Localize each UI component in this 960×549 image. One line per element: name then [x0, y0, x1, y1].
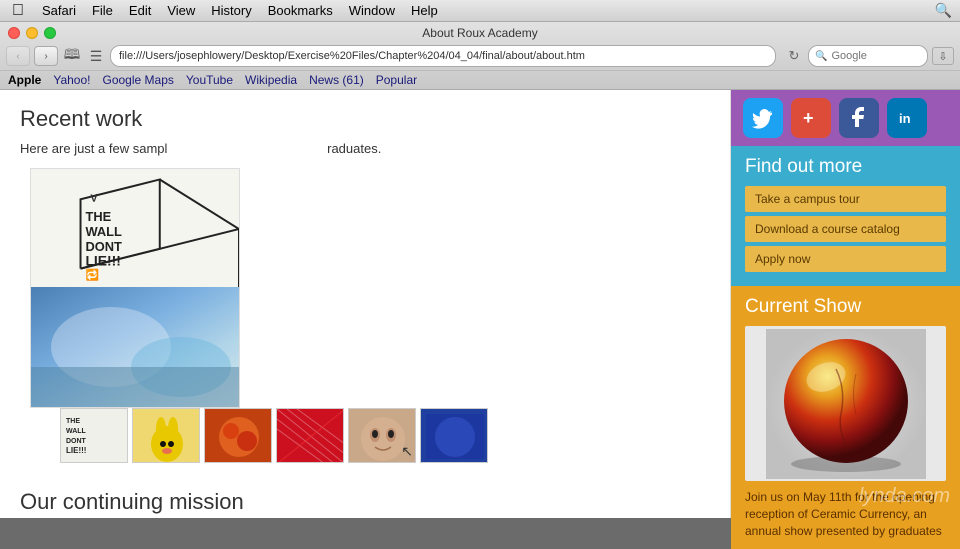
back-button[interactable]: ‹ — [6, 46, 30, 66]
svg-text:+: + — [803, 108, 814, 128]
svg-text:V: V — [90, 192, 98, 205]
thumb-pattern-img — [277, 409, 344, 463]
cube-bottom — [31, 288, 239, 407]
apple-menu[interactable]:  — [8, 2, 34, 20]
minimize-button[interactable] — [26, 27, 38, 39]
mission-section: Our continuing mission At Roux, our miss… — [0, 489, 730, 518]
page-area: Recent work Here are just a few samplles… — [0, 90, 730, 518]
bookmark-icon[interactable]: 🕮 — [62, 46, 82, 66]
thumb-face[interactable]: ↖ — [348, 408, 416, 463]
menu-safari[interactable]: Safari — [34, 3, 84, 18]
bookmark-news[interactable]: News (61) — [309, 73, 364, 87]
thumb-blue[interactable] — [420, 408, 488, 463]
url-bar[interactable]: file:///Users/josephlowery/Desktop/Exerc… — [110, 45, 776, 67]
menu-view[interactable]: View — [159, 3, 203, 18]
apply-now-button[interactable]: Apply now — [745, 246, 946, 272]
bookmark-wikipedia[interactable]: Wikipedia — [245, 73, 297, 87]
bookmark-youtube[interactable]: YouTube — [186, 73, 233, 87]
forward-button[interactable]: › — [34, 46, 58, 66]
campus-tour-button[interactable]: Take a campus tour — [745, 186, 946, 212]
gplus-icon[interactable]: + — [791, 98, 831, 138]
intro-text: Here are just a few samplles of work cre… — [20, 140, 560, 158]
current-show-section: Current Show — [731, 286, 960, 549]
gallery-container: V THE WALL DONT LIE!!! 🔁 — [30, 168, 730, 479]
url-text: file:///Users/josephlowery/Desktop/Exerc… — [119, 50, 767, 62]
cube-top: V THE WALL DONT LIE!!! 🔁 — [31, 169, 239, 288]
recent-work-title: Recent work — [20, 106, 560, 132]
thumb-rabbit-img — [133, 409, 200, 463]
svg-text:DONT: DONT — [66, 438, 87, 445]
find-more-section: Find out more Take a campus tour Downloa… — [731, 146, 960, 286]
menu-help[interactable]: Help — [403, 3, 446, 18]
thumb-blue-img — [421, 409, 488, 463]
social-bar: + in — [731, 90, 960, 146]
facebook-f — [848, 107, 870, 129]
svg-text:WALL: WALL — [85, 224, 122, 239]
graffiti-drawing: V THE WALL DONT LIE!!! 🔁 — [31, 169, 239, 288]
current-show-title: Current Show — [745, 296, 946, 318]
twitter-bird — [752, 107, 774, 129]
bookmark-apple[interactable]: Apple — [8, 73, 41, 87]
svg-text:WALL: WALL — [66, 428, 87, 435]
bookmark-popular[interactable]: Popular — [376, 73, 417, 87]
window-title: About Roux Academy — [422, 26, 537, 40]
mission-title: Our continuing mission — [20, 489, 710, 515]
downloads-icon[interactable]: ⇩ — [932, 47, 954, 65]
svg-text:THE: THE — [66, 418, 80, 425]
bookmark-googlemaps[interactable]: Google Maps — [103, 73, 174, 87]
sidebar: + in Find out more Take a campus tour Do… — [730, 90, 960, 518]
window-controls — [8, 27, 56, 39]
reload-button[interactable]: ↻ — [784, 46, 804, 66]
thumb-orange[interactable] — [204, 408, 272, 463]
menu-history[interactable]: History — [203, 3, 259, 18]
bookmark-yahoo[interactable]: Yahoo! — [53, 73, 90, 87]
linkedin-in: in — [896, 107, 918, 129]
svg-text:LIE!!!: LIE!!! — [66, 446, 86, 455]
painting-artwork — [31, 287, 240, 407]
search-input[interactable] — [831, 50, 901, 62]
thumb-orange-img — [205, 409, 272, 463]
svg-text:LIE!!!: LIE!!! — [85, 252, 120, 268]
thumbnail-strip: THE WALL DONT LIE!!! — [60, 408, 488, 463]
browser-chrome: About Roux Academy ‹ › 🕮 ☰ file:///Users… — [0, 22, 960, 90]
thumb-graffiti[interactable]: THE WALL DONT LIE!!! — [60, 408, 128, 463]
twitter-icon[interactable] — [743, 98, 783, 138]
svg-text:THE: THE — [85, 209, 111, 224]
thumb-face-img — [349, 409, 416, 463]
menu-edit[interactable]: Edit — [121, 3, 159, 18]
svg-text:DONT: DONT — [85, 238, 122, 253]
menu-bookmarks[interactable]: Bookmarks — [260, 3, 341, 18]
thumb-red-pattern[interactable] — [276, 408, 344, 463]
menu-window[interactable]: Window — [341, 3, 403, 18]
find-more-title: Find out more — [745, 156, 946, 178]
main-gallery-image[interactable]: V THE WALL DONT LIE!!! 🔁 — [30, 168, 240, 408]
search-icon: 🔍 — [815, 51, 827, 62]
facebook-icon[interactable] — [839, 98, 879, 138]
search-icon: 🔍 — [935, 2, 952, 19]
svg-text:🔁: 🔁 — [85, 268, 99, 281]
reader-icon[interactable]: ☰ — [86, 46, 106, 66]
lynda-watermark: lynda.com — [859, 485, 950, 508]
gplus-symbol: + — [800, 107, 822, 129]
menu-file[interactable]: File — [84, 3, 121, 18]
zoom-button[interactable] — [44, 27, 56, 39]
linkedin-icon[interactable]: in — [887, 98, 927, 138]
thumb-graffiti-img: THE WALL DONT LIE!!! — [61, 409, 128, 463]
main-content: Recent work Here are just a few samplles… — [0, 90, 960, 518]
nav-bar: ‹ › 🕮 ☰ file:///Users/josephlowery/Deskt… — [0, 42, 960, 70]
menu-bar-right: 🔍 — [935, 2, 952, 19]
ceramic-sphere-svg — [766, 329, 926, 479]
close-button[interactable] — [8, 27, 20, 39]
page-inner: Recent work Here are just a few samplles… — [0, 90, 580, 158]
svg-text:in: in — [899, 111, 911, 126]
menu-bar:  Safari File Edit View History Bookmark… — [0, 0, 960, 22]
search-bar[interactable]: 🔍 — [808, 45, 928, 67]
title-bar: About Roux Academy — [0, 22, 960, 42]
thumb-rabbit[interactable] — [132, 408, 200, 463]
show-image — [745, 326, 946, 481]
bookmarks-bar: Apple Yahoo! Google Maps YouTube Wikiped… — [0, 70, 960, 89]
course-catalog-button[interactable]: Download a course catalog — [745, 216, 946, 242]
